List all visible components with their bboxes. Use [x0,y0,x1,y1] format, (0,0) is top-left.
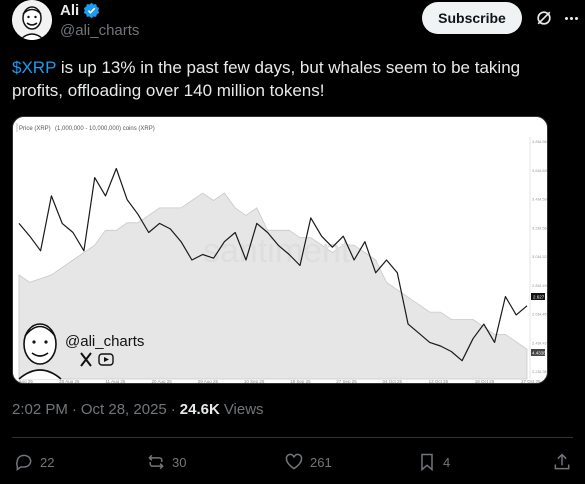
y-tick-holders: 4.455B [539,312,548,317]
bookmark-button[interactable]: 4 [417,448,450,476]
tweet-date[interactable]: Oct 28, 2025 [81,401,167,418]
reply-button[interactable]: 22 [14,448,54,476]
like-count: 261 [310,454,332,470]
y-tick-holders: 4.525B [539,254,548,259]
y-tick-holders: 4.665B [539,139,548,144]
x-tick-label: 29 Aug 25 [198,379,219,384]
y-tick-holders: 4.595B [539,197,548,202]
tweet-time[interactable]: 2:02 PM [12,401,68,418]
x-tick-label: 27 Sep 25 [336,379,357,384]
reply-count: 22 [40,454,55,470]
x-tick-label: 18 Sep 25 [290,379,311,384]
legend-price: Price (XRP) [19,126,51,132]
tweet-body: is up 13% in the past few days, but whal… [12,58,521,100]
x-tick-label: 20 Aug 25 [59,379,80,384]
x-tick-label: 10 Sep 25 [244,379,265,384]
x-tick-label: 11 Aug 25 [105,379,125,384]
subscribe-button[interactable]: Subscribe [422,2,522,34]
share-button[interactable] [552,448,572,476]
chart-svg: Price (XRP) (1,000,000 - 10,000,000) coi… [13,117,548,384]
watermark: santiment [203,232,351,270]
x-tick-label: 27 Oct 25 [521,379,541,384]
tweet-media-chart[interactable]: Price (XRP) (1,000,000 - 10,000,000) coi… [12,116,548,384]
x-tick-label: 18 Oct 25 [475,379,495,384]
heart-icon [285,453,303,470]
repost-button[interactable]: 30 [146,448,186,476]
y-tick-holders: 4.490B [539,283,548,288]
author-handle[interactable]: @ali_charts [60,22,139,39]
cashtag-link[interactable]: $XRP [12,58,56,77]
repost-count: 30 [172,454,187,470]
like-button[interactable]: 261 [284,448,332,476]
x-tick-label: 04 Oct 25 [383,379,403,384]
tweet-meta: 2:02 PM · Oct 28, 2025 · 24.6K Views [12,401,264,418]
verified-badge-icon [84,2,100,19]
y-tick-holders: 4.560B [539,225,548,230]
y-tick-holders: 4.630B [539,168,548,173]
views-label: Views [223,401,264,418]
bookmark-count: 4 [443,454,451,470]
repost-icon [148,454,164,470]
separator-dot: · [170,401,176,418]
tweet-header: Ali @ali_charts Subscribe [12,0,578,48]
reply-icon [16,454,32,471]
more-icon[interactable] [560,8,582,28]
author-name[interactable]: Ali [60,2,79,19]
action-bar: 22 30 261 4 [12,448,573,476]
x-tick-label: 20 Aug 25 [152,379,173,384]
x-tick-label: 13 Oct 25 [429,379,449,384]
overlay-handle: @ali_charts [65,333,144,350]
x-tick-label: 11 Aug 25 [13,379,33,384]
divider [12,437,573,438]
separator-dot: · [71,401,77,418]
share-icon [554,453,570,470]
grok-icon[interactable] [534,8,554,28]
views-count: 24.6K [179,401,220,418]
y-tick-holders: 4.420B [539,340,548,345]
y-tick-holders: 4.385B [539,369,548,374]
legend-holders: (1,000,000 - 10,000,000) coins (XRP) [55,126,155,132]
avatar[interactable] [12,0,52,40]
bookmark-icon [421,453,433,472]
price-marker-label: 2.627 [533,295,545,300]
tweet-text: $XRP is up 13% in the past few days, but… [12,56,557,102]
holders-marker-label: 4.433B [532,351,546,356]
